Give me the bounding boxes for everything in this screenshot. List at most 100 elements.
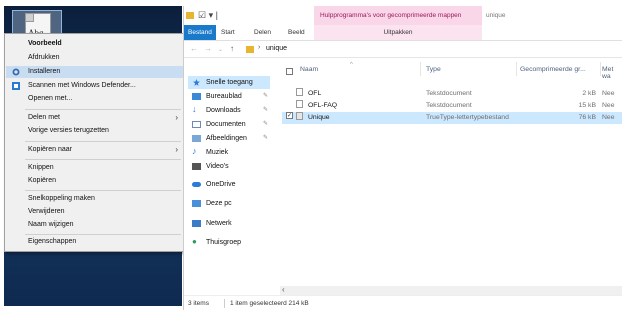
breadcrumb-chevron-icon[interactable]: › <box>258 44 260 51</box>
menu-item-label: Installeren <box>28 68 61 75</box>
file-type: Tekstdocument <box>426 90 472 97</box>
tab-uitpakken[interactable]: Uitpakken <box>314 25 482 40</box>
breadcrumb-unique[interactable]: unique <box>266 45 287 52</box>
menu-item-label: Vorige versies terugzetten <box>28 127 109 134</box>
file-type: TrueType-lettertypebestand <box>426 114 509 121</box>
menu-item-naam-wijzigen[interactable]: Naam wijzigen <box>6 219 184 231</box>
font-file-icon <box>296 112 303 120</box>
file-size: 15 kB <box>578 102 596 109</box>
file-size: 2 kB <box>582 90 596 97</box>
nav-item-label: Deze pc <box>206 200 232 207</box>
tab-bestand[interactable]: Bestand <box>184 25 216 40</box>
menu-item-label: Eigenschappen <box>28 238 77 245</box>
up-arrow-icon[interactable]: ↑ <box>230 44 234 53</box>
menu-item-label: Delen met <box>28 114 60 121</box>
nav-item-label: Muziek <box>206 149 229 156</box>
tab-delen[interactable]: Delen <box>254 25 271 40</box>
this-pc-icon <box>192 200 201 207</box>
column-divider[interactable] <box>516 62 517 76</box>
file-row[interactable]: OFL Tekstdocument 2 kB Nee <box>282 88 622 100</box>
sort-ascending-icon: ^ <box>350 62 353 68</box>
nav-item-deze-pc[interactable]: Deze pc <box>188 197 270 210</box>
menu-item-kopieren-naar[interactable]: Kopiëren naar › <box>6 144 184 156</box>
select-all-checkbox[interactable] <box>286 68 293 75</box>
menu-separator <box>25 234 181 235</box>
music-icon: ♪ <box>192 146 197 156</box>
menu-separator <box>25 190 181 191</box>
scroll-left-icon[interactable]: ‹ <box>282 285 285 294</box>
menu-item-afdrukken[interactable]: Afdrukken <box>6 52 184 64</box>
column-divider[interactable] <box>600 62 601 76</box>
toolbar-dropdown-icon[interactable]: ▾ <box>209 10 214 20</box>
menu-item-label: Knippen <box>28 164 54 171</box>
menu-item-label: Snelkoppeling maken <box>28 195 95 202</box>
file-password: Nee <box>602 102 615 109</box>
recent-chevron-icon[interactable]: ⌄ <box>218 46 223 53</box>
menu-item-vorige-versies[interactable]: Vorige versies terugzetten <box>6 125 184 137</box>
navigation-pane: Snelle toegang Bureaublad ✎ ↓ Downloads … <box>184 58 270 294</box>
menu-item-label: Openen met... <box>28 95 73 102</box>
nav-item-label: Snelle toegang <box>206 79 253 86</box>
folder-icon[interactable] <box>186 12 194 20</box>
column-header-gecomprimeerde-grootte[interactable]: Gecomprimeerde gr... <box>520 66 586 78</box>
nav-item-bureaublad[interactable]: Bureaublad ✎ <box>188 90 270 103</box>
ribbon-tabs: Bestand Start Delen Beeld Uitpakken <box>184 25 622 41</box>
nav-item-thuisgroep[interactable]: ● Thuisgroep <box>188 236 270 249</box>
context-tab-title: Hulpprogramma's voor gecomprimeerde mapp… <box>320 12 462 19</box>
file-name: OFL <box>308 90 322 97</box>
file-row[interactable]: OFL-FAQ Tekstdocument 15 kB Nee <box>282 100 622 112</box>
row-checkbox[interactable]: ✓ <box>286 112 293 119</box>
nav-item-downloads[interactable]: ↓ Downloads ✎ <box>188 104 270 117</box>
tab-beeld[interactable]: Beeld <box>288 25 305 40</box>
column-header-type[interactable]: Type <box>426 66 441 78</box>
nav-item-label: Thuisgroep <box>206 239 242 246</box>
menu-item-label: Voorbeeld <box>28 40 62 47</box>
nav-item-label: Documenten <box>206 121 246 128</box>
nav-item-netwerk[interactable]: Netwerk <box>188 217 270 230</box>
file-password: Nee <box>602 114 615 121</box>
menu-separator <box>25 109 181 110</box>
horizontal-scrollbar[interactable]: ‹ <box>280 285 622 295</box>
menu-separator <box>25 159 181 160</box>
folder-icon <box>246 46 254 53</box>
nav-item-label: Bureaublad <box>206 93 242 100</box>
menu-item-label: Scannen met Windows Defender... <box>28 82 136 89</box>
column-header-naam[interactable]: Naam <box>300 66 318 78</box>
menu-item-scannen-defender[interactable]: Scannen met Windows Defender... <box>6 80 184 92</box>
menu-item-voorbeeld[interactable]: Voorbeeld <box>6 38 184 50</box>
save-icon[interactable]: ☑ <box>198 10 206 20</box>
menu-item-installeren[interactable]: Installeren <box>6 66 184 78</box>
menu-item-label: Kopiëren naar <box>28 146 72 153</box>
text-file-icon <box>296 88 303 96</box>
forward-arrow-icon[interactable]: → <box>204 44 212 53</box>
menu-item-verwijderen[interactable]: Verwijderen <box>6 206 184 218</box>
nav-item-videos[interactable]: Video's <box>188 160 270 173</box>
menu-item-eigenschappen[interactable]: Eigenschappen <box>6 236 184 248</box>
tab-start[interactable]: Start <box>221 25 235 40</box>
file-row[interactable]: ✓ Unique TrueType-lettertypebestand 76 k… <box>282 112 622 124</box>
star-icon <box>193 79 200 86</box>
nav-item-onedrive[interactable]: OneDrive <box>188 178 270 191</box>
windows-defender-icon <box>12 82 20 90</box>
nav-item-documenten[interactable]: Documenten ✎ <box>188 118 270 131</box>
nav-item-label: Video's <box>206 163 229 170</box>
column-divider[interactable] <box>420 62 421 76</box>
menu-item-knippen[interactable]: Knippen <box>6 162 184 174</box>
menu-item-delen-met[interactable]: Delen met › <box>6 112 184 124</box>
status-divider <box>224 299 225 308</box>
back-arrow-icon[interactable]: ← <box>190 44 198 53</box>
file-size: 76 kB <box>578 114 596 121</box>
status-item-count: 3 items <box>188 300 209 307</box>
shield-install-icon <box>12 68 20 76</box>
menu-item-snelkoppeling[interactable]: Snelkoppeling maken <box>6 193 184 205</box>
menu-item-kopieren[interactable]: Kopiëren <box>6 175 184 187</box>
chevron-right-icon: › <box>175 145 178 154</box>
file-password: Nee <box>602 90 615 97</box>
nav-item-label: Downloads <box>206 107 241 114</box>
column-header-met-wachtwoord[interactable]: Met wa <box>602 66 622 80</box>
menu-item-openen-met[interactable]: Openen met... <box>6 93 184 105</box>
nav-item-muziek[interactable]: ♪ Muziek <box>188 146 270 159</box>
nav-item-snelle-toegang[interactable]: Snelle toegang <box>188 76 270 89</box>
nav-item-afbeeldingen[interactable]: Afbeeldingen ✎ <box>188 132 270 145</box>
nav-item-label: Afbeeldingen <box>206 135 247 142</box>
